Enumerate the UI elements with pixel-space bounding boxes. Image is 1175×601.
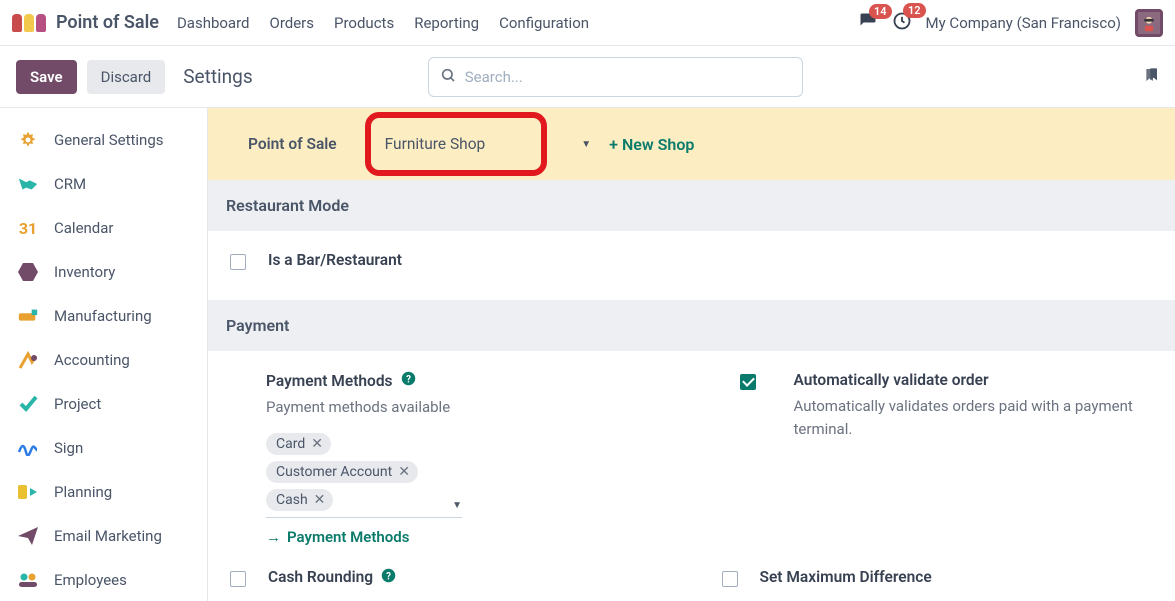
nav-products[interactable]: Products (334, 14, 394, 32)
payment-methods-link[interactable]: → Payment Methods (266, 528, 680, 546)
cash-rounding-title: Cash Rounding (268, 568, 373, 586)
setting-max-difference: Set Maximum Difference (722, 568, 1154, 587)
sidebar-item-label: Inventory (54, 263, 115, 281)
app-title[interactable]: Point of Sale (56, 12, 159, 33)
max-difference-checkbox[interactable] (722, 571, 738, 587)
bookmark-icon[interactable] (1143, 65, 1159, 89)
wrench-icon (16, 304, 40, 328)
settings-sidebar: General Settings CRM 31 Calendar Invento… (0, 108, 208, 601)
payment-methods-tags[interactable]: Card✕ Customer Account✕ Cash✕ ▼ (266, 433, 462, 518)
nav-reporting[interactable]: Reporting (414, 14, 479, 32)
chevron-down-icon[interactable]: ▼ (581, 139, 591, 150)
auto-validate-sub: Automatically validates orders paid with… (794, 395, 1154, 440)
app-logo[interactable] (12, 14, 46, 32)
section-payment: Payment (208, 300, 1175, 351)
topbar: Point of Sale Dashboard Orders Products … (0, 0, 1175, 46)
max-difference-title: Set Maximum Difference (760, 568, 932, 586)
calendar-icon: 31 (16, 216, 40, 240)
check-icon (16, 392, 40, 416)
payment-methods-title: Payment Methods (266, 372, 393, 390)
activities-icon[interactable]: 12 (892, 11, 912, 35)
new-shop-link[interactable]: + New Shop (609, 135, 694, 154)
sidebar-item-project[interactable]: Project (0, 382, 207, 426)
tag-cash[interactable]: Cash✕ (266, 489, 333, 511)
sidebar-item-general-settings[interactable]: General Settings (0, 118, 207, 162)
sidebar-item-label: Planning (54, 483, 112, 501)
is-bar-label: Is a Bar/Restaurant (268, 251, 402, 270)
tab-label: Furniture Shop (385, 135, 486, 153)
svg-text:?: ? (406, 374, 411, 385)
sidebar-item-label: General Settings (54, 131, 164, 149)
sidebar-item-calendar[interactable]: 31 Calendar (0, 206, 207, 250)
activities-badge: 12 (903, 3, 926, 18)
tag-customer-account[interactable]: Customer Account✕ (266, 461, 418, 483)
close-icon[interactable]: ✕ (398, 464, 410, 480)
arrow-right-icon: → (266, 528, 281, 546)
close-icon[interactable]: ✕ (314, 492, 326, 508)
sidebar-item-accounting[interactable]: Accounting (0, 338, 207, 382)
save-button[interactable]: Save (16, 60, 77, 94)
setting-auto-validate: Automatically validate order Automatical… (740, 371, 1154, 546)
auto-validate-title: Automatically validate order (794, 371, 1154, 389)
company-selector[interactable]: My Company (San Francisco) (926, 14, 1121, 32)
setting-cash-rounding: Cash Rounding ? (230, 568, 662, 587)
close-icon[interactable]: ✕ (311, 436, 323, 452)
help-icon[interactable]: ? (381, 568, 396, 587)
sidebar-item-label: CRM (54, 175, 86, 193)
sidebar-item-label: Sign (54, 439, 83, 457)
setting-is-bar-restaurant: Is a Bar/Restaurant (208, 231, 1175, 300)
sidebar-item-label: Project (54, 395, 101, 413)
sidebar-item-crm[interactable]: CRM (0, 162, 207, 206)
tab-furniture-shop[interactable]: Furniture Shop (369, 116, 544, 172)
nav-dashboard[interactable]: Dashboard (177, 14, 250, 32)
sidebar-item-label: Accounting (54, 351, 130, 369)
messages-badge: 14 (869, 4, 892, 19)
section-restaurant-mode: Restaurant Mode (208, 180, 1175, 231)
settings-main: Point of Sale Furniture Shop ▼ + New Sho… (208, 108, 1175, 601)
handshake-icon (16, 172, 40, 196)
box-icon (16, 260, 40, 284)
cash-rounding-checkbox[interactable] (230, 571, 246, 587)
setting-payment-methods: Payment Methods ? Payment methods availa… (266, 371, 680, 546)
dropdown-caret-icon[interactable]: ▼ (452, 500, 462, 511)
help-icon[interactable]: ? (401, 371, 416, 390)
toolbar: Save Discard Settings (0, 46, 1175, 108)
sidebar-item-label: Email Marketing (54, 527, 162, 545)
sidebar-item-label: Manufacturing (54, 307, 152, 325)
sidebar-item-label: Employees (54, 571, 127, 589)
paper-plane-icon (16, 524, 40, 548)
tab-point-of-sale[interactable]: Point of Sale (224, 108, 361, 180)
sidebar-item-manufacturing[interactable]: Manufacturing (0, 294, 207, 338)
svg-text:?: ? (386, 571, 391, 582)
signature-icon (16, 436, 40, 460)
sidebar-item-planning[interactable]: Planning (0, 470, 207, 514)
main-nav: Dashboard Orders Products Reporting Conf… (177, 14, 589, 32)
search-input[interactable] (428, 57, 803, 97)
nav-orders[interactable]: Orders (270, 14, 315, 32)
user-avatar[interactable] (1135, 9, 1163, 37)
sidebar-item-email-marketing[interactable]: Email Marketing (0, 514, 207, 558)
sidebar-item-employees[interactable]: Employees (0, 558, 207, 601)
breadcrumb-title: Settings (183, 65, 252, 88)
messages-icon[interactable]: 14 (858, 12, 878, 34)
auto-validate-checkbox[interactable] (740, 374, 756, 390)
search-icon (440, 67, 456, 87)
sidebar-item-label: Calendar (54, 219, 114, 237)
is-bar-checkbox[interactable] (230, 254, 246, 270)
discard-button[interactable]: Discard (87, 60, 166, 94)
sidebar-item-inventory[interactable]: Inventory (0, 250, 207, 294)
payment-methods-sub: Payment methods available (266, 396, 680, 419)
sidebar-item-sign[interactable]: Sign (0, 426, 207, 470)
chart-icon (16, 348, 40, 372)
nav-configuration[interactable]: Configuration (499, 14, 589, 32)
gear-icon (16, 128, 40, 152)
people-icon (16, 568, 40, 592)
tag-card[interactable]: Card✕ (266, 433, 331, 455)
planning-icon (16, 480, 40, 504)
shop-tabbar: Point of Sale Furniture Shop ▼ + New Sho… (208, 108, 1175, 180)
